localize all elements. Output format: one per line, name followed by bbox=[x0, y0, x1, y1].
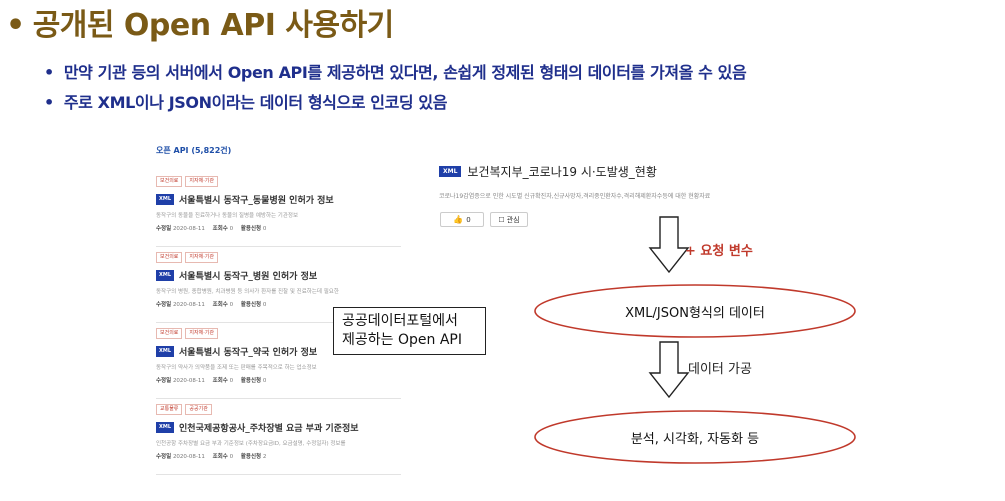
down-arrow-2 bbox=[648, 341, 690, 399]
request-params-label: + 요청 변수 bbox=[685, 244, 753, 259]
data-processing-label: 데이터 가공 bbox=[688, 362, 752, 377]
xml-json-data-node: XML/JSON형식의 데이터 bbox=[625, 306, 765, 321]
down-arrow-1 bbox=[648, 216, 690, 274]
flow-diagram bbox=[534, 216, 856, 464]
analysis-node: 분석, 시각화, 자동화 등 bbox=[630, 432, 760, 447]
